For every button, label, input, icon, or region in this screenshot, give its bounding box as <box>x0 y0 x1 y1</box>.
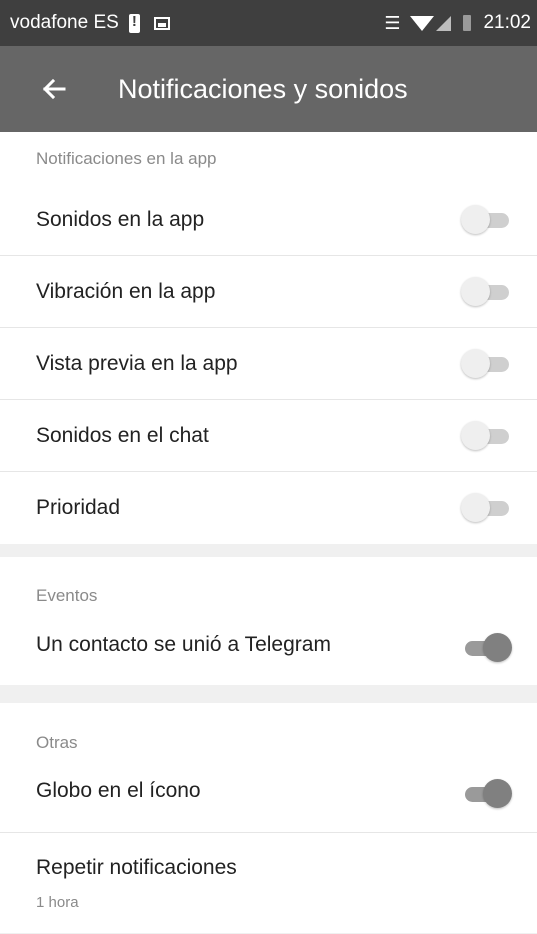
section-header-other: Otras <box>36 733 78 752</box>
status-bar-left: vodafone ES <box>10 12 384 34</box>
setting-label: Repetir notificaciones <box>36 855 237 879</box>
arrow-left-icon <box>34 69 74 109</box>
setting-row-in-app-vibration[interactable]: Vibración en la app <box>0 256 537 328</box>
arrow-left-icon-svg <box>42 78 66 100</box>
setting-label: Un contacto se unió a Telegram <box>36 633 331 656</box>
clock: 21:02 <box>483 12 531 33</box>
setting-row-priority[interactable]: Prioridad <box>0 472 537 544</box>
page-title: Notificaciones y sonidos <box>118 73 408 104</box>
setting-row-repeat-notifications[interactable]: Repetir notificaciones 1 hora <box>0 833 537 933</box>
setting-row-in-app-sounds[interactable]: Sonidos en la app <box>0 184 537 256</box>
section-events: Eventos Un contacto se unió a Telegram <box>0 557 537 685</box>
setting-row-badge-icon[interactable]: Globo en el ícono <box>0 779 537 833</box>
setting-row-contact-joined[interactable]: Un contacto se unió a Telegram <box>0 631 537 685</box>
setting-label: Sonidos en la app <box>36 207 205 231</box>
toggle-switch[interactable] <box>461 493 513 523</box>
vibrate-icon: ☰ <box>384 12 401 33</box>
app-bar: Notificaciones y sonidos <box>0 46 537 132</box>
status-bar-right: ☰ 21:02 <box>384 12 531 34</box>
setting-row-in-app-preview[interactable]: Vista previa en la app <box>0 328 537 400</box>
status-bar: vodafone ES ☰ 21:02 <box>0 0 537 46</box>
wifi-icon <box>410 15 435 31</box>
back-button[interactable] <box>34 69 74 109</box>
section-other: Otras Globo en el ícono Repetir notifica… <box>0 703 537 933</box>
section-header-in-app: Notificaciones en la app <box>36 149 217 168</box>
setting-row-chat-sounds[interactable]: Sonidos en el chat <box>0 400 537 472</box>
section-in-app: Notificaciones en la app Sonidos en la a… <box>0 132 537 544</box>
setting-value: 1 hora <box>36 893 79 911</box>
setting-label: Vibración en la app <box>36 279 216 303</box>
signal-icon <box>436 15 452 31</box>
carrier-label: vodafone ES <box>10 12 119 33</box>
setting-label: Globo en el ícono <box>36 779 201 802</box>
setting-label: Vista previa en la app <box>36 351 238 375</box>
section-header-events: Eventos <box>36 586 98 605</box>
toggle-switch[interactable] <box>461 779 513 809</box>
toggle-switch[interactable] <box>461 348 513 379</box>
setting-label: Sonidos en el chat <box>36 423 209 447</box>
toggle-switch[interactable] <box>461 204 513 235</box>
toggle-switch[interactable] <box>461 420 513 451</box>
battery-icon <box>463 15 472 31</box>
image-icon <box>153 16 170 30</box>
toggle-switch[interactable] <box>461 276 513 307</box>
battery-alert-icon <box>128 13 140 33</box>
toggle-switch[interactable] <box>461 633 513 663</box>
setting-label: Prioridad <box>36 496 121 519</box>
